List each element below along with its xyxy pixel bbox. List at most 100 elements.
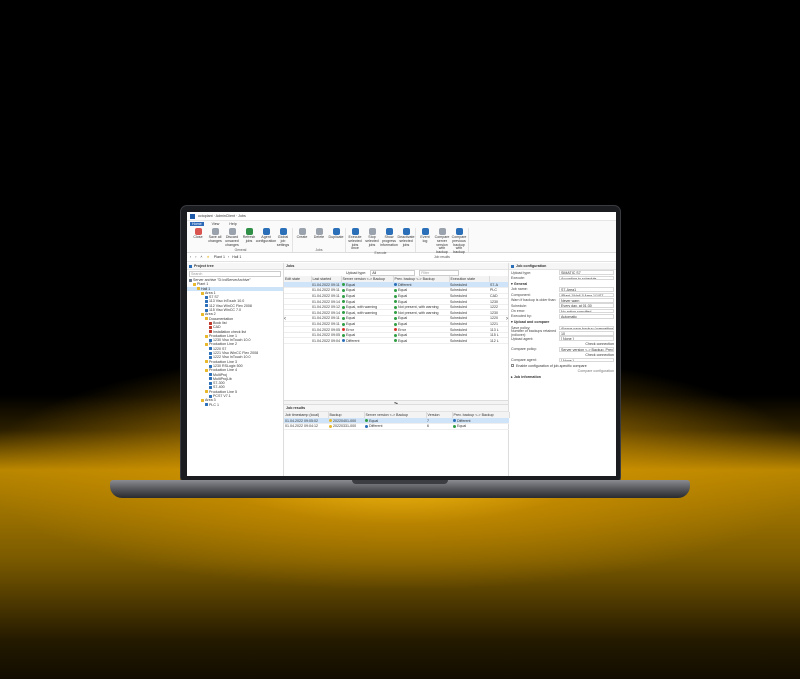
ribbon-group-general: Close Save all changes Discard unsaved cha… xyxy=(189,228,293,252)
up-arrow-icon[interactable]: ˄ xyxy=(200,255,202,259)
last-started-cell: 01.04.2022 09:11 xyxy=(311,321,341,328)
execute-selected-jobs-once-button[interactable]: Execute selected jobs once xyxy=(348,228,362,251)
prev-compare-text: Different xyxy=(398,282,412,287)
tree-node[interactable]: PLC 1 xyxy=(187,403,283,407)
config-field-input[interactable]: 10 xyxy=(559,330,614,336)
refresh-jobs-button[interactable]: Refresh jobs xyxy=(242,228,256,247)
agent-configuration-button[interactable]: Agent configuration xyxy=(256,228,276,247)
ribbon-tab-view[interactable]: View xyxy=(210,222,222,226)
device-icon xyxy=(209,355,212,359)
laptop-screen: octoplant · AdminClient · Jobs Home View H… xyxy=(187,212,616,476)
config-icon xyxy=(511,264,514,268)
favorite-star-icon[interactable]: ★ xyxy=(207,255,210,259)
device-icon xyxy=(209,373,212,377)
folder-icon xyxy=(201,398,204,402)
config-field-label: Compare agent: xyxy=(511,358,537,363)
ribbon-button-row: Close Save all changes Discard unsaved cha… xyxy=(191,228,290,247)
ribbon-group-execute: Execute selected jobs once Stop selected … xyxy=(346,228,416,255)
event-log-button[interactable]: Event log xyxy=(418,228,432,255)
compare-server-version-with-backup-button[interactable]: Compare server version with backup xyxy=(435,228,449,255)
job-configuration-title: Job configuration xyxy=(516,264,547,268)
timestamp-cell: 01.04.2022 09:04:12 xyxy=(284,423,328,430)
close-button[interactable]: Close xyxy=(191,228,205,247)
scroll-right-icon[interactable]: › xyxy=(506,316,508,322)
status-icon xyxy=(394,328,397,332)
ribbon-button-label: Delete xyxy=(313,235,325,239)
config-field-input[interactable]: According to schedule xyxy=(559,275,614,281)
config-field-row: Execute: According to schedule xyxy=(509,275,616,281)
project-tree-pane: Project tree Search Server archive "D:\v… xyxy=(187,263,284,476)
jobs-pane: Jobs Upload type: All Filter Edit state L… xyxy=(284,263,510,476)
tree-search-input[interactable]: Search xyxy=(189,271,281,277)
check-connection-link[interactable]: Check connection xyxy=(585,353,614,357)
ribbon-button-label: Compare previous backup with backup xyxy=(451,235,467,255)
config-field-input[interactable]: Always save backup (overwriting xyxy=(559,325,614,331)
prev-compare-text: Different xyxy=(457,418,471,423)
device-icon xyxy=(209,381,212,385)
ribbon-group-jobs: Create Delete Duplicate Jobs xyxy=(293,228,346,252)
ribbon-button-label: Stop selected jobs xyxy=(365,235,379,247)
ribbon-tab-help[interactable]: Help xyxy=(227,222,238,226)
config-field-input[interactable]: Never warn xyxy=(559,297,614,303)
config-field-input[interactable]: SIMATIC S7 xyxy=(559,270,614,275)
delete-button[interactable]: Delete xyxy=(312,228,326,240)
breadcrumb-item-hall[interactable]: Hall 1 xyxy=(232,255,241,259)
job-information-section-title[interactable]: ▸ Job information xyxy=(509,374,616,380)
config-field-label: Executed by: xyxy=(511,314,532,319)
last-started-cell: 01.04.2022 09:05 xyxy=(311,326,341,333)
config-field-label: Compare policy: xyxy=(511,347,537,352)
enable-config-checkbox[interactable] xyxy=(511,364,514,368)
status-icon xyxy=(342,288,345,292)
create-button[interactable]: Create xyxy=(295,228,309,240)
forward-arrow-icon[interactable]: › xyxy=(195,255,196,259)
config-field-input[interactable]: [ None ] xyxy=(559,357,614,363)
server-compare-text: Different xyxy=(369,424,383,429)
ribbon-button-label: Refresh jobs xyxy=(242,235,256,243)
config-field-input[interactable]: No action specified xyxy=(559,308,614,314)
global-job-settings-button[interactable]: Global job settings xyxy=(276,228,290,247)
table-row[interactable]: 01.04.2022 09:04 Different Equal Scheduled 1… xyxy=(284,337,508,344)
job-results-table-body: 01.04.2022 09:05:02 20220401-000 Equal 7 Dif… xyxy=(284,418,509,430)
server-compare-text: Equal xyxy=(346,321,356,326)
config-field-input[interactable]: Every day, at 01:30 xyxy=(559,303,614,308)
breadcrumb-item-plant[interactable]: Plant 1 xyxy=(214,255,225,259)
scroll-left-icon[interactable]: ‹ xyxy=(284,316,286,322)
ribbon-button-row: Create Delete Duplicate xyxy=(295,228,344,240)
ribbon-tab-home[interactable]: Home xyxy=(190,222,204,226)
check-connection-link[interactable]: Check connection xyxy=(585,342,614,346)
prev-compare-text: Not present, with warning xyxy=(398,305,439,310)
navigation-bar: ‹ › ˄ ★ Plant 1 › Hall 1 xyxy=(187,253,616,262)
table-row[interactable]: 01.04.2022 09:04:12 20220331-000 Different… xyxy=(284,423,509,430)
config-field-row: Compare policy: Server version <-> Backup… xyxy=(509,347,616,352)
duplicate-icon xyxy=(332,228,340,235)
stop-selected-jobs-button[interactable]: Stop selected jobs xyxy=(365,228,379,251)
backup-icon xyxy=(329,424,332,428)
config-field-input[interactable]: S7-Area1 xyxy=(559,287,614,292)
job-information-label: Job information xyxy=(513,374,541,379)
compare-previous-backup-with-backup-button[interactable]: Compare previous backup with backup xyxy=(452,228,466,255)
server-compare-cell: Different xyxy=(341,337,393,344)
show-progress-information-button[interactable]: Show progress information xyxy=(380,228,398,251)
edit-state-cell xyxy=(284,337,311,344)
prev-compare-cell: Equal xyxy=(452,423,509,430)
ribbon-button-label: Global job settings xyxy=(276,235,290,247)
discard-unsaved-changes-button[interactable]: Discard unsaved changes xyxy=(225,228,239,247)
save-all-changes-icon xyxy=(211,228,219,235)
duplicate-button[interactable]: Duplicate xyxy=(329,228,344,240)
jobs-grid-wrap: Edit state Last started Server version <->… xyxy=(284,276,508,400)
config-field-input[interactable]: Automatic xyxy=(559,314,614,319)
deactivate-selected-jobs-button[interactable]: Deactivate selected jobs xyxy=(398,228,415,251)
compare-config-link[interactable]: Compare configuration xyxy=(578,369,614,373)
prev-compare-text: Equal xyxy=(398,316,408,321)
main-area: Project tree Search Server archive "D:\v… xyxy=(187,263,616,476)
ribbon-group-label: Jobs xyxy=(315,248,323,252)
tree-node-list: Server archive "D:\vdServerArchive" Plant… xyxy=(187,278,283,407)
config-field-input[interactable]: \Plant 1\Hall 1\Area 1\1\S7 xyxy=(559,292,614,298)
breadcrumb-separator: › xyxy=(227,255,230,259)
back-arrow-icon[interactable]: ‹ xyxy=(190,255,191,259)
status-icon xyxy=(394,339,397,343)
config-field-input[interactable]: [ None ] xyxy=(559,336,614,341)
save-all-changes-button[interactable]: Save all changes xyxy=(208,228,222,247)
config-field-input[interactable]: Server version <-> Backup, Prev. xyxy=(559,347,614,352)
show-progress-information-icon xyxy=(385,228,393,235)
